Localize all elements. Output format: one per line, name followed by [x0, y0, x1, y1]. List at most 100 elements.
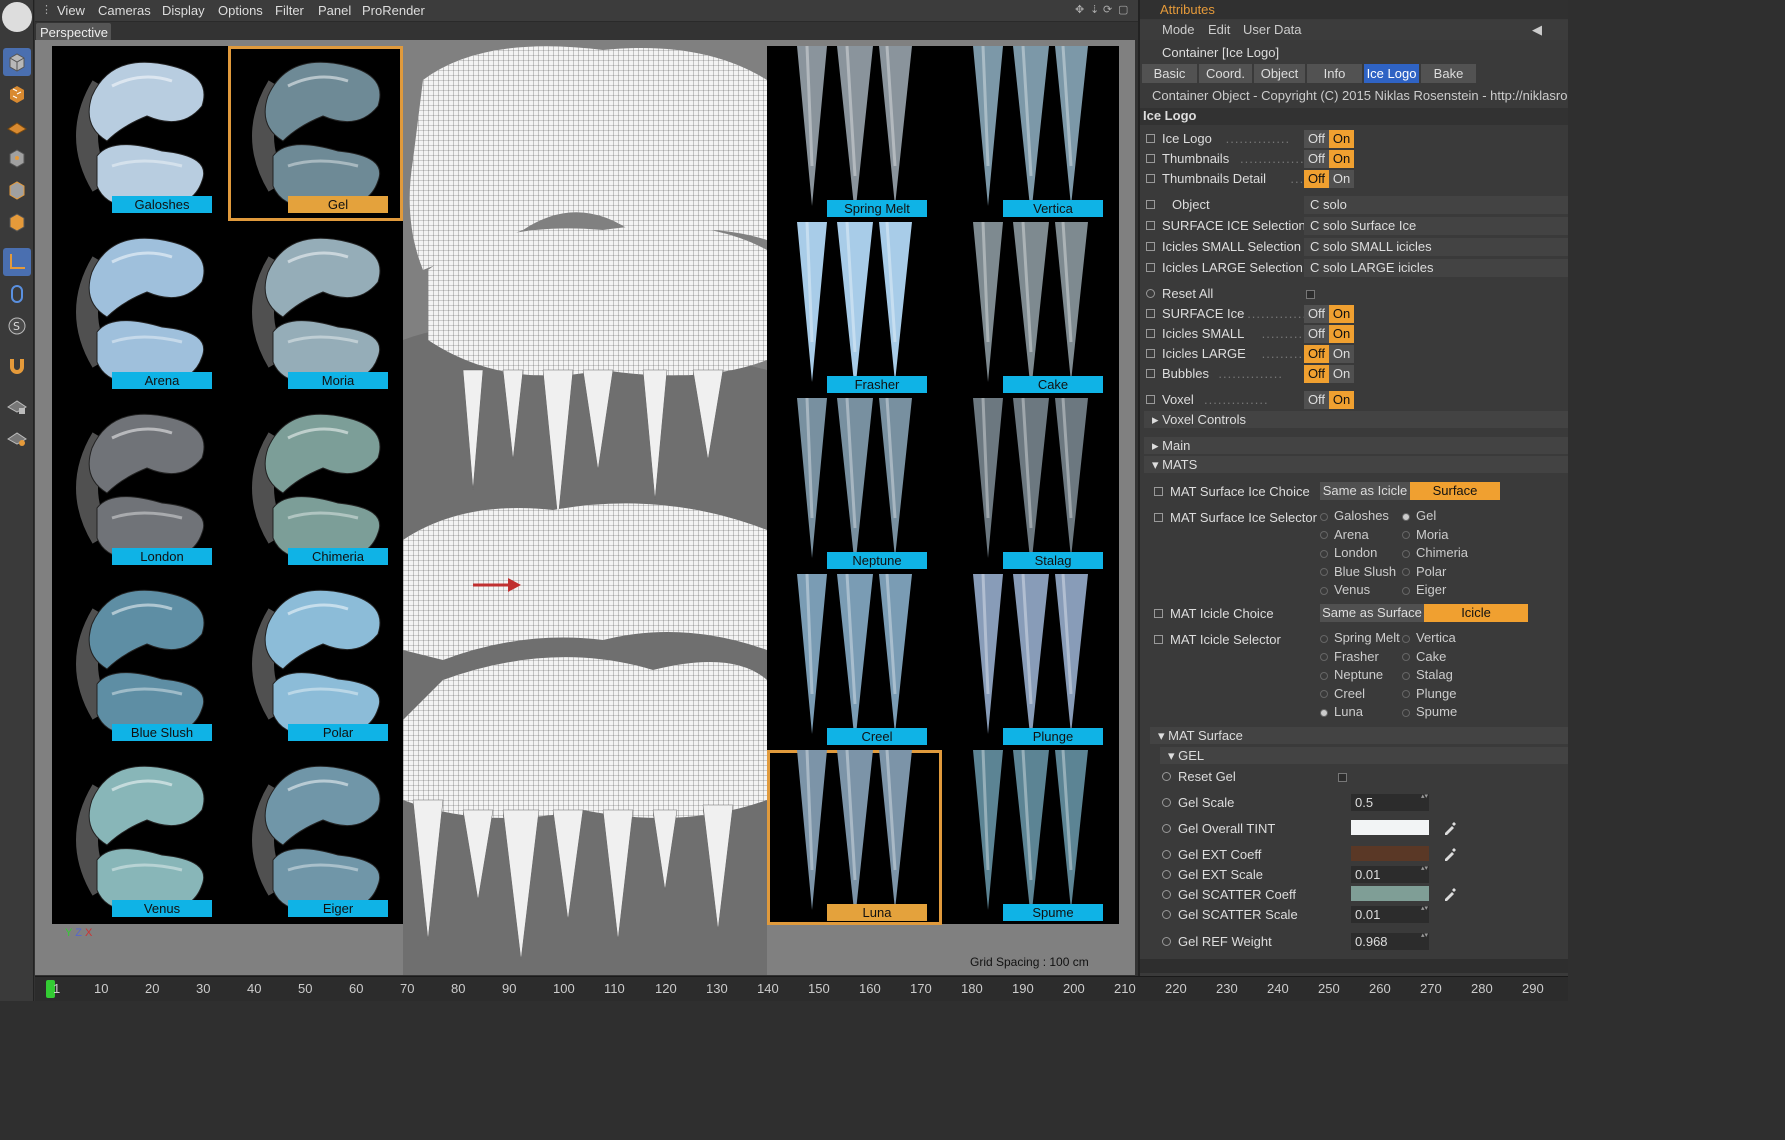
param-anim-icon[interactable] — [1146, 395, 1155, 404]
edges-mode-icon[interactable] — [3, 176, 31, 204]
param-anim-icon[interactable] — [1154, 487, 1163, 496]
on-button[interactable]: On — [1329, 150, 1354, 168]
param-anim-icon[interactable] — [1146, 200, 1155, 209]
icicle-thumb-luna[interactable]: Luna — [767, 750, 942, 925]
number-field[interactable]: 0.968 — [1351, 931, 1429, 950]
number-field[interactable]: 0.01 — [1351, 904, 1429, 923]
on-button[interactable]: On — [1329, 345, 1354, 363]
attr-menu-mode[interactable]: Mode — [1162, 22, 1195, 37]
polygon-grid-icon[interactable] — [3, 112, 31, 140]
param-anim-icon[interactable] — [1162, 910, 1171, 919]
choice-option[interactable]: Icicle — [1424, 604, 1528, 622]
param-anim-icon[interactable] — [1146, 329, 1155, 338]
off-button[interactable]: Off — [1304, 345, 1329, 363]
menu-panel[interactable]: Panel — [318, 3, 351, 18]
radio-option[interactable]: London — [1320, 545, 1377, 560]
link-field[interactable]: C solo SMALL icicles — [1304, 238, 1568, 256]
radio-option[interactable]: Frasher — [1320, 649, 1379, 664]
tweak-mode-icon[interactable] — [3, 280, 31, 308]
on-button[interactable]: On — [1329, 365, 1354, 383]
menu-filter[interactable]: Filter — [275, 3, 304, 18]
cube-icon[interactable] — [3, 48, 31, 76]
off-on-switch[interactable]: Off On — [1304, 391, 1354, 409]
off-on-switch[interactable]: Off On — [1304, 305, 1354, 323]
axis-tool-icon[interactable] — [3, 248, 31, 276]
texture-checker-icon[interactable] — [3, 80, 31, 108]
number-field[interactable]: 0.01 — [1351, 864, 1429, 883]
radio-dot-icon[interactable] — [1402, 586, 1410, 595]
menu-view[interactable]: View — [57, 3, 85, 18]
off-on-switch[interactable]: Off On — [1304, 365, 1354, 383]
param-anim-icon[interactable] — [1146, 174, 1155, 183]
off-on-switch[interactable]: Off On — [1304, 150, 1354, 168]
expand-arrow-icon[interactable]: ▾ — [1152, 457, 1162, 472]
surface-thumb-venus[interactable]: Venus — [52, 750, 227, 925]
surface-thumb-moria[interactable]: Moria — [228, 222, 403, 397]
workplane-lock-icon[interactable] — [3, 392, 31, 420]
surface-thumb-london[interactable]: London — [52, 398, 227, 573]
radio-dot-icon[interactable] — [1320, 690, 1328, 699]
expand-arrow-icon[interactable]: ▾ — [1158, 728, 1168, 743]
off-button[interactable]: Off — [1304, 130, 1329, 148]
surface-thumb-gel[interactable]: Gel — [228, 46, 403, 221]
icicle-thumb-spume[interactable]: Spume — [943, 750, 1118, 925]
surface-thumb-polar[interactable]: Polar — [228, 574, 403, 749]
param-anim-icon[interactable] — [1146, 309, 1155, 318]
param-anim-icon[interactable] — [1154, 635, 1163, 644]
radio-option[interactable]: Galoshes — [1320, 508, 1389, 523]
attr-menu-edit[interactable]: Edit — [1208, 22, 1230, 37]
radio-dot-icon[interactable] — [1402, 549, 1410, 558]
icicle-thumb-creel[interactable]: Creel — [767, 574, 942, 749]
attributes-scrollbar[interactable] — [1140, 959, 1568, 973]
on-button[interactable]: On — [1329, 391, 1354, 409]
workplane-icon[interactable] — [3, 424, 31, 452]
group-gel[interactable]: ▾ GEL — [1160, 747, 1568, 764]
tab-ice-logo[interactable]: Ice Logo — [1364, 64, 1420, 83]
radio-option[interactable]: Stalag — [1402, 667, 1453, 682]
group-mat-surface[interactable]: ▾ MAT Surface — [1150, 727, 1568, 744]
menu-display[interactable]: Display — [162, 3, 205, 18]
icicle-thumb-plunge[interactable]: Plunge — [943, 574, 1118, 749]
off-button[interactable]: Off — [1304, 325, 1329, 343]
radio-dot-icon[interactable] — [1320, 549, 1328, 558]
off-button[interactable]: Off — [1304, 365, 1329, 383]
radio-option[interactable]: Vertica — [1402, 630, 1456, 645]
radio-option[interactable]: Blue Slush — [1320, 564, 1396, 579]
radio-option[interactable]: Gel — [1402, 508, 1436, 523]
radio-option[interactable]: Spring Melt — [1320, 630, 1400, 645]
radio-dot-icon[interactable] — [1402, 671, 1410, 680]
tab-object[interactable]: Object — [1254, 64, 1306, 83]
param-anim-icon[interactable] — [1146, 349, 1155, 358]
icicle-thumb-vertica[interactable]: Vertica — [943, 46, 1118, 221]
radio-option[interactable]: Cake — [1402, 649, 1446, 664]
off-on-switch[interactable]: Off On — [1304, 130, 1354, 148]
color-swatch[interactable] — [1351, 846, 1429, 861]
on-button[interactable]: On — [1329, 325, 1354, 343]
param-anim-icon[interactable] — [1162, 798, 1171, 807]
radio-dot-icon[interactable] — [1320, 653, 1328, 662]
radio-option[interactable]: Chimeria — [1402, 545, 1468, 560]
choice-option[interactable]: Same as Surface — [1320, 604, 1424, 622]
timeline[interactable]: 1 10 20 30 40 50 60 70 80 90 100 110 120 130 140 150 160… — [35, 976, 1568, 1001]
param-anim-icon[interactable] — [1146, 242, 1155, 251]
viewport[interactable]: Galoshes Gel Arena Moria London Chimeria Blue … — [35, 40, 1135, 975]
off-button[interactable]: Off — [1304, 150, 1329, 168]
icicle-thumb-neptune[interactable]: Neptune — [767, 398, 942, 573]
dolly-icon[interactable]: ⇣ — [1090, 3, 1099, 16]
reset-gel-checkbox[interactable] — [1338, 773, 1347, 782]
back-arrow-icon[interactable]: ◀ — [1532, 22, 1542, 38]
reset-icon[interactable] — [1146, 289, 1155, 298]
param-anim-icon[interactable] — [1146, 134, 1155, 143]
radio-dot-icon[interactable] — [1402, 708, 1410, 717]
radio-option[interactable]: Polar — [1402, 564, 1446, 579]
maximize-icon[interactable]: ▢ — [1118, 3, 1128, 16]
on-button[interactable]: On — [1329, 170, 1354, 188]
radio-option[interactable]: Moria — [1402, 527, 1449, 542]
color-swatch[interactable] — [1351, 820, 1429, 835]
menu-cameras[interactable]: Cameras — [98, 3, 151, 18]
radio-option[interactable]: Plunge — [1402, 686, 1456, 701]
radio-option[interactable]: Luna — [1320, 704, 1363, 719]
param-anim-icon[interactable] — [1162, 870, 1171, 879]
menu-prorender[interactable]: ProRender — [362, 3, 425, 18]
radio-option[interactable]: Creel — [1320, 686, 1365, 701]
